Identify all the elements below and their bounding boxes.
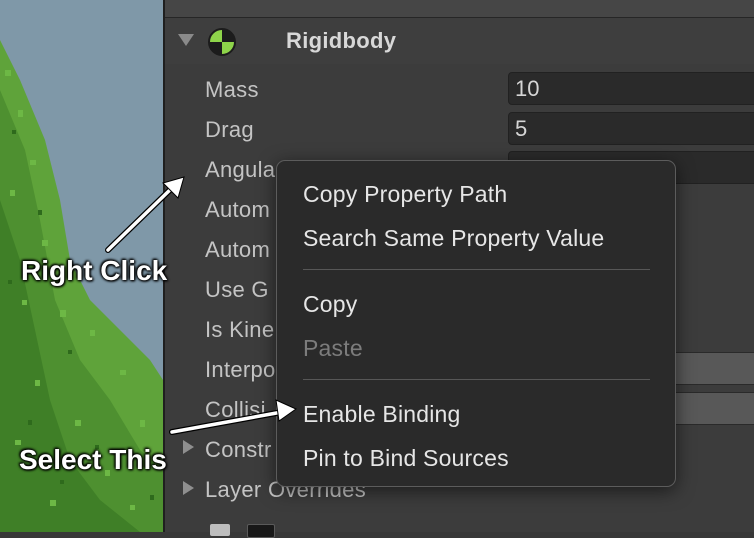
select-this-arrow bbox=[169, 399, 298, 435]
annotation-right-click: Right Click bbox=[21, 255, 168, 286]
annotation-select-this: Select This bbox=[19, 444, 167, 475]
right-click-arrow bbox=[105, 176, 185, 253]
